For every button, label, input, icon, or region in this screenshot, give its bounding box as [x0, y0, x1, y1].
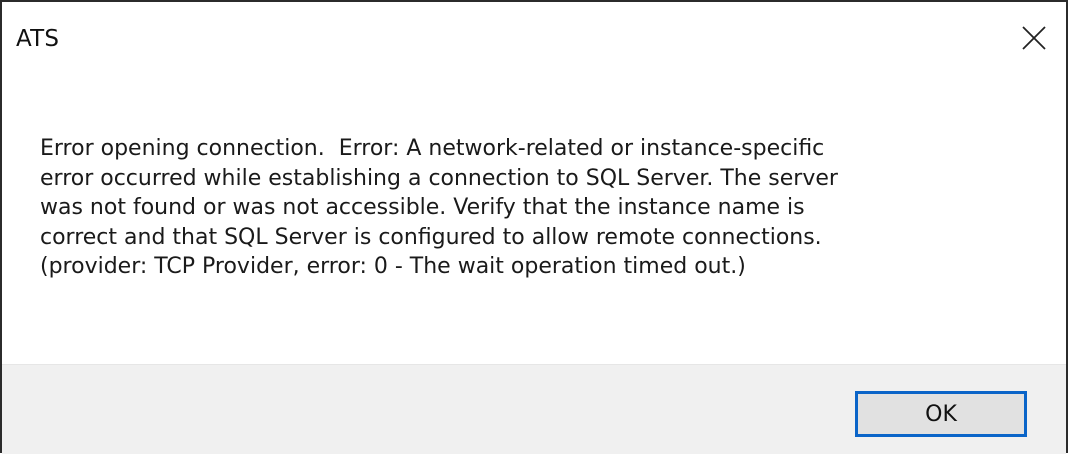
error-message-line: correct and that SQL Server is configure…	[40, 224, 822, 250]
error-dialog: ATS Error opening connection. Error: A n…	[0, 0, 1068, 454]
close-button[interactable]	[1010, 16, 1058, 64]
ok-button[interactable]: OK	[855, 391, 1027, 437]
error-message: Error opening connection. Error: A netwo…	[40, 134, 1030, 282]
window-title: ATS	[16, 26, 60, 52]
button-bar: OK	[2, 364, 1066, 454]
error-message-line: error occurred while establishing a conn…	[40, 165, 838, 191]
error-message-line: Error opening connection. Error: A netwo…	[40, 136, 825, 161]
close-icon	[1020, 24, 1048, 56]
title-bar[interactable]: ATS	[2, 2, 1066, 86]
error-message-line: was not found or was not accessible. Ver…	[40, 195, 805, 220]
error-message-line: (provider: TCP Provider, error: 0 - The …	[40, 254, 746, 279]
